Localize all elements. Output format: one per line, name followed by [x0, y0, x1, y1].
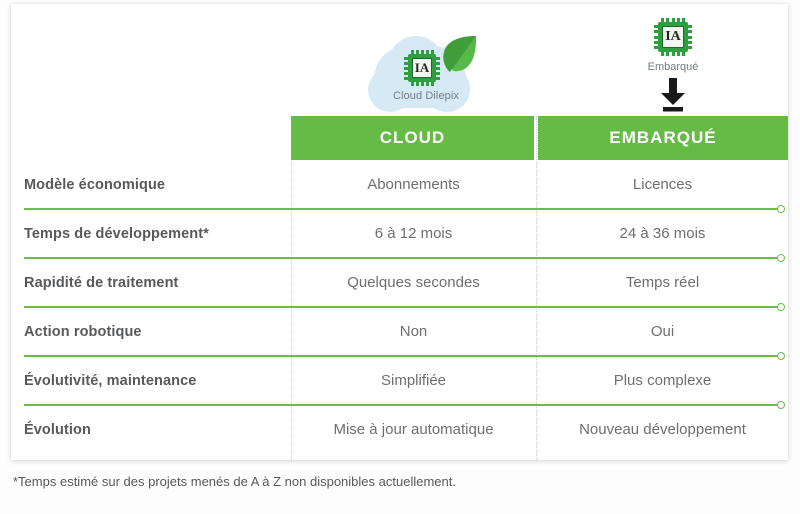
table-row: Temps de développement* 6 à 12 mois 24 à…	[11, 209, 788, 262]
row-value-cloud: Abonnements	[367, 176, 460, 193]
cloud-logo-caption: Cloud Dilepix	[392, 90, 460, 102]
column-header-embarque: EMBARQUÉ	[538, 116, 788, 160]
table-row: Évolutivité, maintenance Simplifiée Plus…	[11, 356, 788, 409]
row-label: Évolution	[24, 421, 91, 438]
row-value-cloud: Quelques secondes	[347, 274, 480, 291]
column-header-cloud: CLOUD	[291, 116, 534, 160]
row-value-embarque: Licences	[632, 176, 693, 193]
illustration-band: IA Cloud Dilepix IA Embarqué	[11, 4, 788, 116]
chip-label: IA	[662, 26, 684, 48]
table-header-row: CLOUD EMBARQUÉ	[11, 116, 788, 160]
embarque-logo-caption: Embarqué	[647, 61, 699, 73]
comparison-table: CLOUD EMBARQUÉ Modèle économique Abonnem…	[11, 116, 788, 460]
table-body: Modèle économique Abonnements Licences T…	[11, 160, 788, 454]
cpu-chip-icon: IA	[654, 18, 692, 56]
row-value-embarque: Temps réel	[625, 274, 700, 291]
chip-label: IA	[412, 58, 432, 78]
leaf-icon	[443, 35, 477, 72]
table-row: Évolution Mise à jour automatique Nouvea…	[11, 405, 788, 454]
row-label: Évolutivité, maintenance	[24, 372, 197, 389]
embarque-logo: IA Embarqué	[623, 12, 723, 116]
table-row: Modèle économique Abonnements Licences	[11, 160, 788, 213]
row-value-cloud: Simplifiée	[380, 372, 447, 389]
table-row: Action robotique Non Oui	[11, 307, 788, 360]
row-value-embarque: Oui	[650, 323, 675, 340]
row-value-embarque: 24 à 36 mois	[619, 225, 706, 242]
table-row: Rapidité de traitement Quelques secondes…	[11, 258, 788, 311]
row-label: Temps de développement*	[24, 225, 209, 242]
cpu-chip-icon: IA	[404, 50, 440, 86]
row-label: Rapidité de traitement	[24, 274, 179, 291]
comparison-infographic: IA Cloud Dilepix IA Embarqué CLOUD EMBAR…	[0, 0, 800, 514]
comparison-card: IA Cloud Dilepix IA Embarqué CLOUD EMBAR…	[11, 4, 788, 460]
row-value-cloud: 6 à 12 mois	[374, 225, 453, 242]
footnote-text: *Temps estimé sur des projets menés de A…	[13, 474, 456, 489]
row-label: Modèle économique	[24, 176, 166, 193]
row-value-cloud: Non	[399, 323, 428, 340]
cloud-dilepix-logo: IA Cloud Dilepix	[366, 30, 486, 114]
row-value-cloud: Mise à jour automatique	[333, 421, 494, 438]
row-label: Action robotique	[24, 323, 142, 340]
row-value-embarque: Plus complexe	[613, 372, 712, 389]
row-value-embarque: Nouveau développement	[579, 421, 746, 438]
download-arrow-icon	[661, 78, 685, 112]
